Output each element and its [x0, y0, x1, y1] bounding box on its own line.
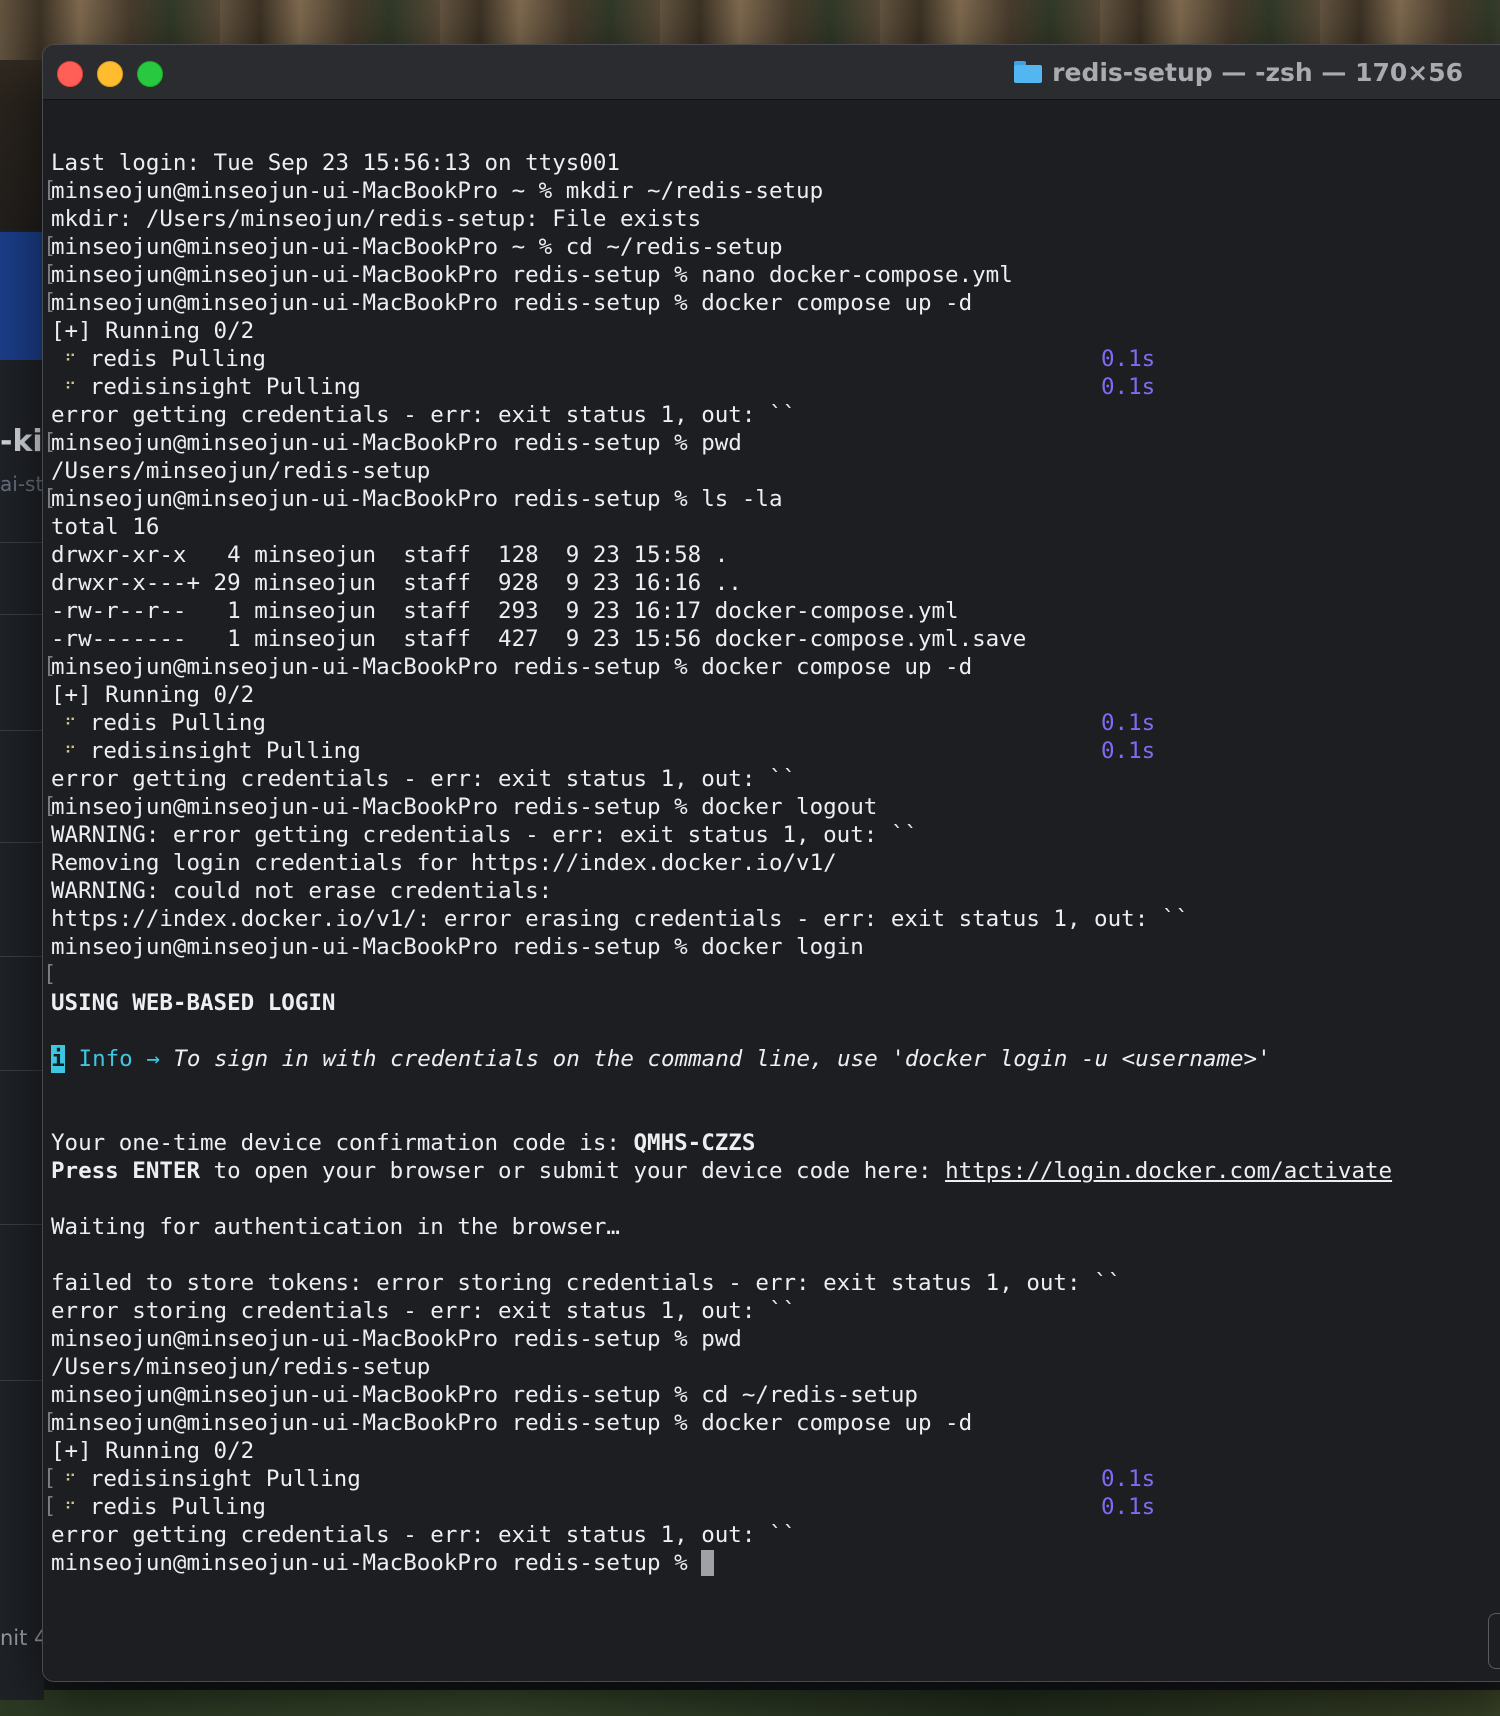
info-message: To sign in with credentials on the comma… — [173, 1046, 1271, 1072]
spinner-icon: ⠋ — [64, 379, 77, 398]
info-icon: i — [51, 1045, 65, 1073]
terminal-line: -rw------- 1 minseojun staff 427 9 23 15… — [51, 626, 1027, 652]
pull-status-text: redis Pulling — [89, 346, 266, 372]
terminal-line: error getting credentials - err: exit st… — [51, 402, 797, 428]
background-divider — [0, 842, 44, 843]
terminal-window: redis-setup — -zsh — 170×56 Last login: … — [42, 44, 1500, 1682]
device-code: QMHS-CZZS — [633, 1130, 756, 1156]
background-divider — [0, 956, 44, 957]
terminal-line: minseojun@minseojun-ui-MacBookPro redis-… — [51, 262, 1013, 288]
terminal-line: total 16 — [51, 514, 160, 540]
info-line: i Info → To sign in with credentials on … — [51, 1045, 1271, 1073]
spinner-icon: ⠋ — [64, 1471, 77, 1490]
close-button[interactable] — [57, 61, 83, 87]
terminal-line: minseojun@minseojun-ui-MacBookPro redis-… — [51, 1410, 973, 1436]
pull-status-line: ⠋ redisinsight Pulling — [51, 373, 361, 401]
terminal-line: minseojun@minseojun-ui-MacBookPro redis-… — [51, 486, 783, 512]
spinner-icon: ⠋ — [64, 743, 77, 762]
terminal-line: /Users/minseojun/redis-setup — [51, 1354, 431, 1380]
terminal-line: mkdir: /Users/minseojun/redis-setup: Fil… — [51, 206, 702, 232]
background-divider — [0, 730, 44, 731]
shell-prompt: minseojun@minseojun-ui-MacBookPro redis-… — [51, 1550, 702, 1576]
pull-status-line: ⠋ redis Pulling — [51, 1493, 266, 1521]
background-app-footer: nit 4 — [0, 1626, 48, 1650]
terminal-line: minseojun@minseojun-ui-MacBookPro redis-… — [51, 1326, 742, 1352]
pull-status-line: ⠋ redisinsight Pulling — [51, 1465, 361, 1493]
background-divider — [0, 614, 44, 615]
pull-status-text: redis Pulling — [89, 1494, 266, 1520]
terminal-line: -rw-r--r-- 1 minseojun staff 293 9 23 16… — [51, 598, 959, 624]
pull-timing: 0.1s — [1101, 374, 1156, 400]
terminal-line: https://index.docker.io/v1/: error erasi… — [51, 906, 1189, 932]
spinner-icon: ⠋ — [64, 351, 77, 370]
pull-status-text: redisinsight Pulling — [89, 374, 361, 400]
background-divider — [0, 542, 44, 543]
scrollbar-handle[interactable] — [1488, 1613, 1500, 1669]
background-divider — [0, 1224, 44, 1225]
background-divider — [0, 1380, 44, 1381]
terminal-line: minseojun@minseojun-ui-MacBookPro redis-… — [51, 430, 742, 456]
terminal-line: minseojun@minseojun-ui-MacBookPro redis-… — [51, 934, 864, 960]
terminal-line: Waiting for authentication in the browse… — [51, 1214, 620, 1240]
pull-status-line: ⠋ redis Pulling — [51, 345, 266, 373]
terminal-line: Removing login credentials for https://i… — [51, 850, 837, 876]
pull-timing: 0.1s — [1101, 346, 1156, 372]
terminal-line: error storing credentials - err: exit st… — [51, 1298, 797, 1324]
terminal-line: drwxr-x---+ 29 minseojun staff 928 9 23 … — [51, 570, 742, 596]
pull-status-line: ⠋ redisinsight Pulling — [51, 737, 361, 765]
pull-timing: 0.1s — [1101, 738, 1156, 764]
terminal-line: minseojun@minseojun-ui-MacBookPro redis-… — [51, 654, 973, 680]
info-label: Info → — [78, 1046, 160, 1072]
minimize-button[interactable] — [97, 61, 123, 87]
terminal-line: /Users/minseojun/redis-setup — [51, 458, 431, 484]
web-login-heading: USING WEB-BASED LOGIN — [51, 990, 336, 1016]
window-title: redis-setup — -zsh — 170×56 — [1052, 57, 1463, 87]
activate-prompt: to open your browser or submit your devi… — [200, 1158, 946, 1184]
background-app-heading: -ki — [0, 424, 43, 459]
terminal-line: minseojun@minseojun-ui-MacBookPro redis-… — [51, 794, 878, 820]
pull-timing: 0.1s — [1101, 1494, 1156, 1520]
terminal-line: minseojun@minseojun-ui-MacBookPro redis-… — [51, 290, 973, 316]
desktop-wallpaper-bottom — [0, 1690, 1500, 1716]
terminal-line: WARNING: could not erase credentials: — [51, 878, 553, 904]
device-code-line: Your one-time device confirmation code i… — [51, 1129, 755, 1157]
background-app-banner — [0, 232, 44, 360]
device-code-prompt: Your one-time device confirmation code i… — [51, 1130, 634, 1156]
terminal-line: [+] Running 0/2 — [51, 682, 255, 708]
press-enter-label: Press ENTER — [51, 1158, 201, 1184]
spinner-icon: ⠋ — [64, 1499, 77, 1518]
terminal-line: minseojun@minseojun-ui-MacBookPro redis-… — [51, 1382, 918, 1408]
terminal-line: [+] Running 0/2 — [51, 1438, 255, 1464]
terminal-line: minseojun@minseojun-ui-MacBookPro ~ % cd… — [51, 234, 783, 260]
window-title-group: redis-setup — -zsh — 170×56 — [1014, 57, 1463, 87]
terminal-line: minseojun@minseojun-ui-MacBookPro ~ % mk… — [51, 178, 824, 204]
terminal-line: failed to store tokens: error storing cr… — [51, 1270, 1122, 1296]
row-marker: [ — [43, 962, 57, 987]
pull-timing: 0.1s — [1101, 1466, 1156, 1492]
terminal-line: Last login: Tue Sep 23 15:56:13 on ttys0… — [51, 150, 620, 176]
activate-line: Press ENTER to open your browser or subm… — [51, 1157, 1392, 1185]
prompt-line[interactable]: minseojun@minseojun-ui-MacBookPro redis-… — [51, 1549, 715, 1577]
terminal-line: error getting credentials - err: exit st… — [51, 1522, 797, 1548]
pull-status-text: redisinsight Pulling — [89, 1466, 361, 1492]
pull-status-line: ⠋ redis Pulling — [51, 709, 266, 737]
pull-timing: 0.1s — [1101, 710, 1156, 736]
terminal-line: [+] Running 0/2 — [51, 318, 255, 344]
terminal-line: error getting credentials - err: exit st… — [51, 766, 797, 792]
zoom-button[interactable] — [137, 61, 163, 87]
folder-icon — [1014, 61, 1043, 83]
background-app-subtitle: ai-st — [0, 472, 44, 496]
text-cursor — [701, 1550, 715, 1576]
spinner-icon: ⠋ — [64, 715, 77, 734]
pull-status-text: redis Pulling — [89, 710, 266, 736]
pull-status-text: redisinsight Pulling — [89, 738, 361, 764]
terminal-output[interactable]: Last login: Tue Sep 23 15:56:13 on ttys0… — [43, 101, 1500, 1681]
title-bar[interactable]: redis-setup — -zsh — 170×56 — [43, 45, 1500, 100]
activate-link[interactable]: https://login.docker.com/activate — [945, 1158, 1392, 1184]
background-divider — [0, 1070, 44, 1071]
terminal-line: WARNING: error getting credentials - err… — [51, 822, 918, 848]
terminal-line: drwxr-xr-x 4 minseojun staff 128 9 23 15… — [51, 542, 729, 568]
